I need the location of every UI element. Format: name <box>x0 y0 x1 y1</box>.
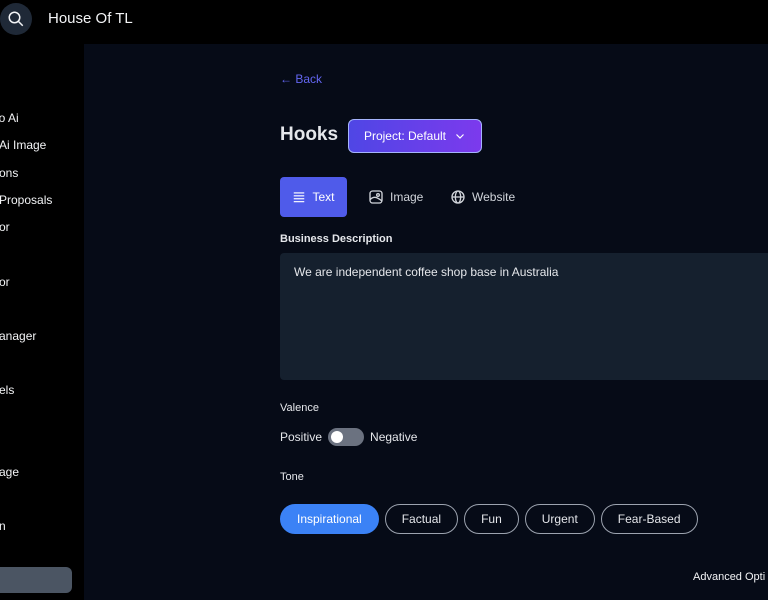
sidebar-item-video-ai[interactable]: eo Ai <box>0 111 19 125</box>
page-title: Hooks <box>280 124 339 145</box>
valence-positive-label: Positive <box>280 430 323 444</box>
search-icon <box>8 11 24 27</box>
search-button[interactable] <box>0 3 32 35</box>
tab-website-label: Website <box>472 190 516 204</box>
chevron-down-icon <box>456 134 464 139</box>
tone-options: Inspirational Factual Fun Urgent Fear-Ba… <box>280 504 698 534</box>
valence-row: Positive Negative <box>280 428 417 446</box>
globe-icon <box>451 190 465 204</box>
list-icon <box>294 192 305 203</box>
sidebar-item-proposals[interactable]: Proposals <box>0 193 52 207</box>
project-select-label: Project: Default <box>363 129 447 143</box>
tab-text[interactable]: Text <box>280 177 347 217</box>
sidebar: eo Ai Ai Image ons Proposals or or anage… <box>0 44 84 600</box>
sidebar-item-ons[interactable]: ons <box>0 166 18 180</box>
business-description-label: Business Description <box>280 233 393 245</box>
sidebar-item-or-2[interactable]: or <box>0 275 10 289</box>
tone-chip-inspirational[interactable]: Inspirational <box>280 504 379 534</box>
tab-website[interactable]: Website <box>450 177 515 217</box>
tone-chip-urgent[interactable]: Urgent <box>524 504 595 534</box>
advanced-options-link[interactable]: Advanced Opti <box>693 571 765 583</box>
tone-chip-fear-based[interactable]: Fear-Based <box>600 504 698 534</box>
toggle-knob <box>331 431 344 443</box>
top-bar: House Of TL <box>0 0 768 44</box>
image-icon <box>369 190 383 204</box>
tone-chip-fun[interactable]: Fun <box>464 504 519 534</box>
project-select-button[interactable]: Project: Default <box>348 119 482 153</box>
tab-text-label: Text <box>312 190 335 204</box>
back-link[interactable]: ← Back <box>280 72 322 86</box>
sidebar-item-manager[interactable]: anager <box>0 329 36 343</box>
sidebar-item-els[interactable]: els <box>0 383 14 397</box>
sidebar-item-n[interactable]: n <box>0 519 6 533</box>
tab-image[interactable]: Image <box>368 177 423 217</box>
business-description-field[interactable]: We are independent coffee shop base in A… <box>280 253 768 380</box>
valence-negative-label: Negative <box>370 430 418 444</box>
tone-label: Tone <box>280 471 304 483</box>
main-panel: ← Back Hooks Project: Default Text Image <box>84 44 768 600</box>
valence-toggle[interactable] <box>328 428 365 446</box>
sidebar-item-age[interactable]: age <box>0 465 19 479</box>
tone-chip-factual[interactable]: Factual <box>384 504 459 534</box>
app-title: House Of TL <box>48 10 133 27</box>
sidebar-bottom-button[interactable] <box>0 567 72 593</box>
sidebar-item-ai-image[interactable]: Ai Image <box>0 138 46 152</box>
sidebar-item-or-1[interactable]: or <box>0 220 10 234</box>
tab-image-label: Image <box>390 190 424 204</box>
valence-label: Valence <box>280 402 319 414</box>
